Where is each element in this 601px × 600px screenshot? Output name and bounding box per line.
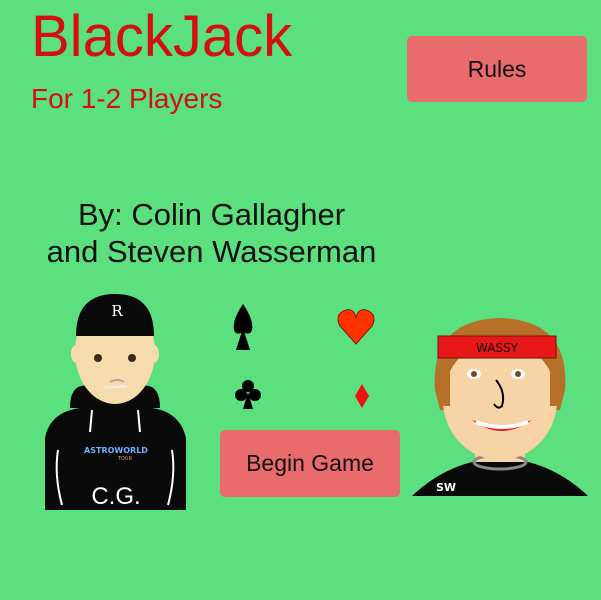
credits-line-2: and Steven Wasserman xyxy=(46,234,377,270)
club-icon xyxy=(235,380,261,409)
credits: By: Colin Gallagher and Steven Wasserman xyxy=(0,196,423,270)
credits-line-1: By: Colin Gallagher xyxy=(77,197,346,232)
headband-label: WASSY xyxy=(476,341,519,355)
diamond-icon xyxy=(355,384,369,408)
avatar-cg: R ASTROWORLD TOUR C.G. xyxy=(45,294,186,510)
avatar-sw: WASSY SW xyxy=(412,318,588,496)
sw-initials: SW xyxy=(436,481,456,494)
spade-icon xyxy=(233,304,253,350)
game-subtitle: For 1-2 Players xyxy=(31,83,223,114)
cg-initials: C.G. xyxy=(91,483,140,510)
heart-icon xyxy=(337,309,375,345)
cap-logo: R xyxy=(111,302,123,320)
shirt-logo: ASTROWORLD xyxy=(84,446,148,455)
game-title: BlackJack xyxy=(31,4,293,69)
begin-game-button[interactable]: Begin Game xyxy=(220,430,400,497)
shirt-logo-sub: TOUR xyxy=(117,456,133,462)
rules-button[interactable]: Rules xyxy=(407,36,587,102)
